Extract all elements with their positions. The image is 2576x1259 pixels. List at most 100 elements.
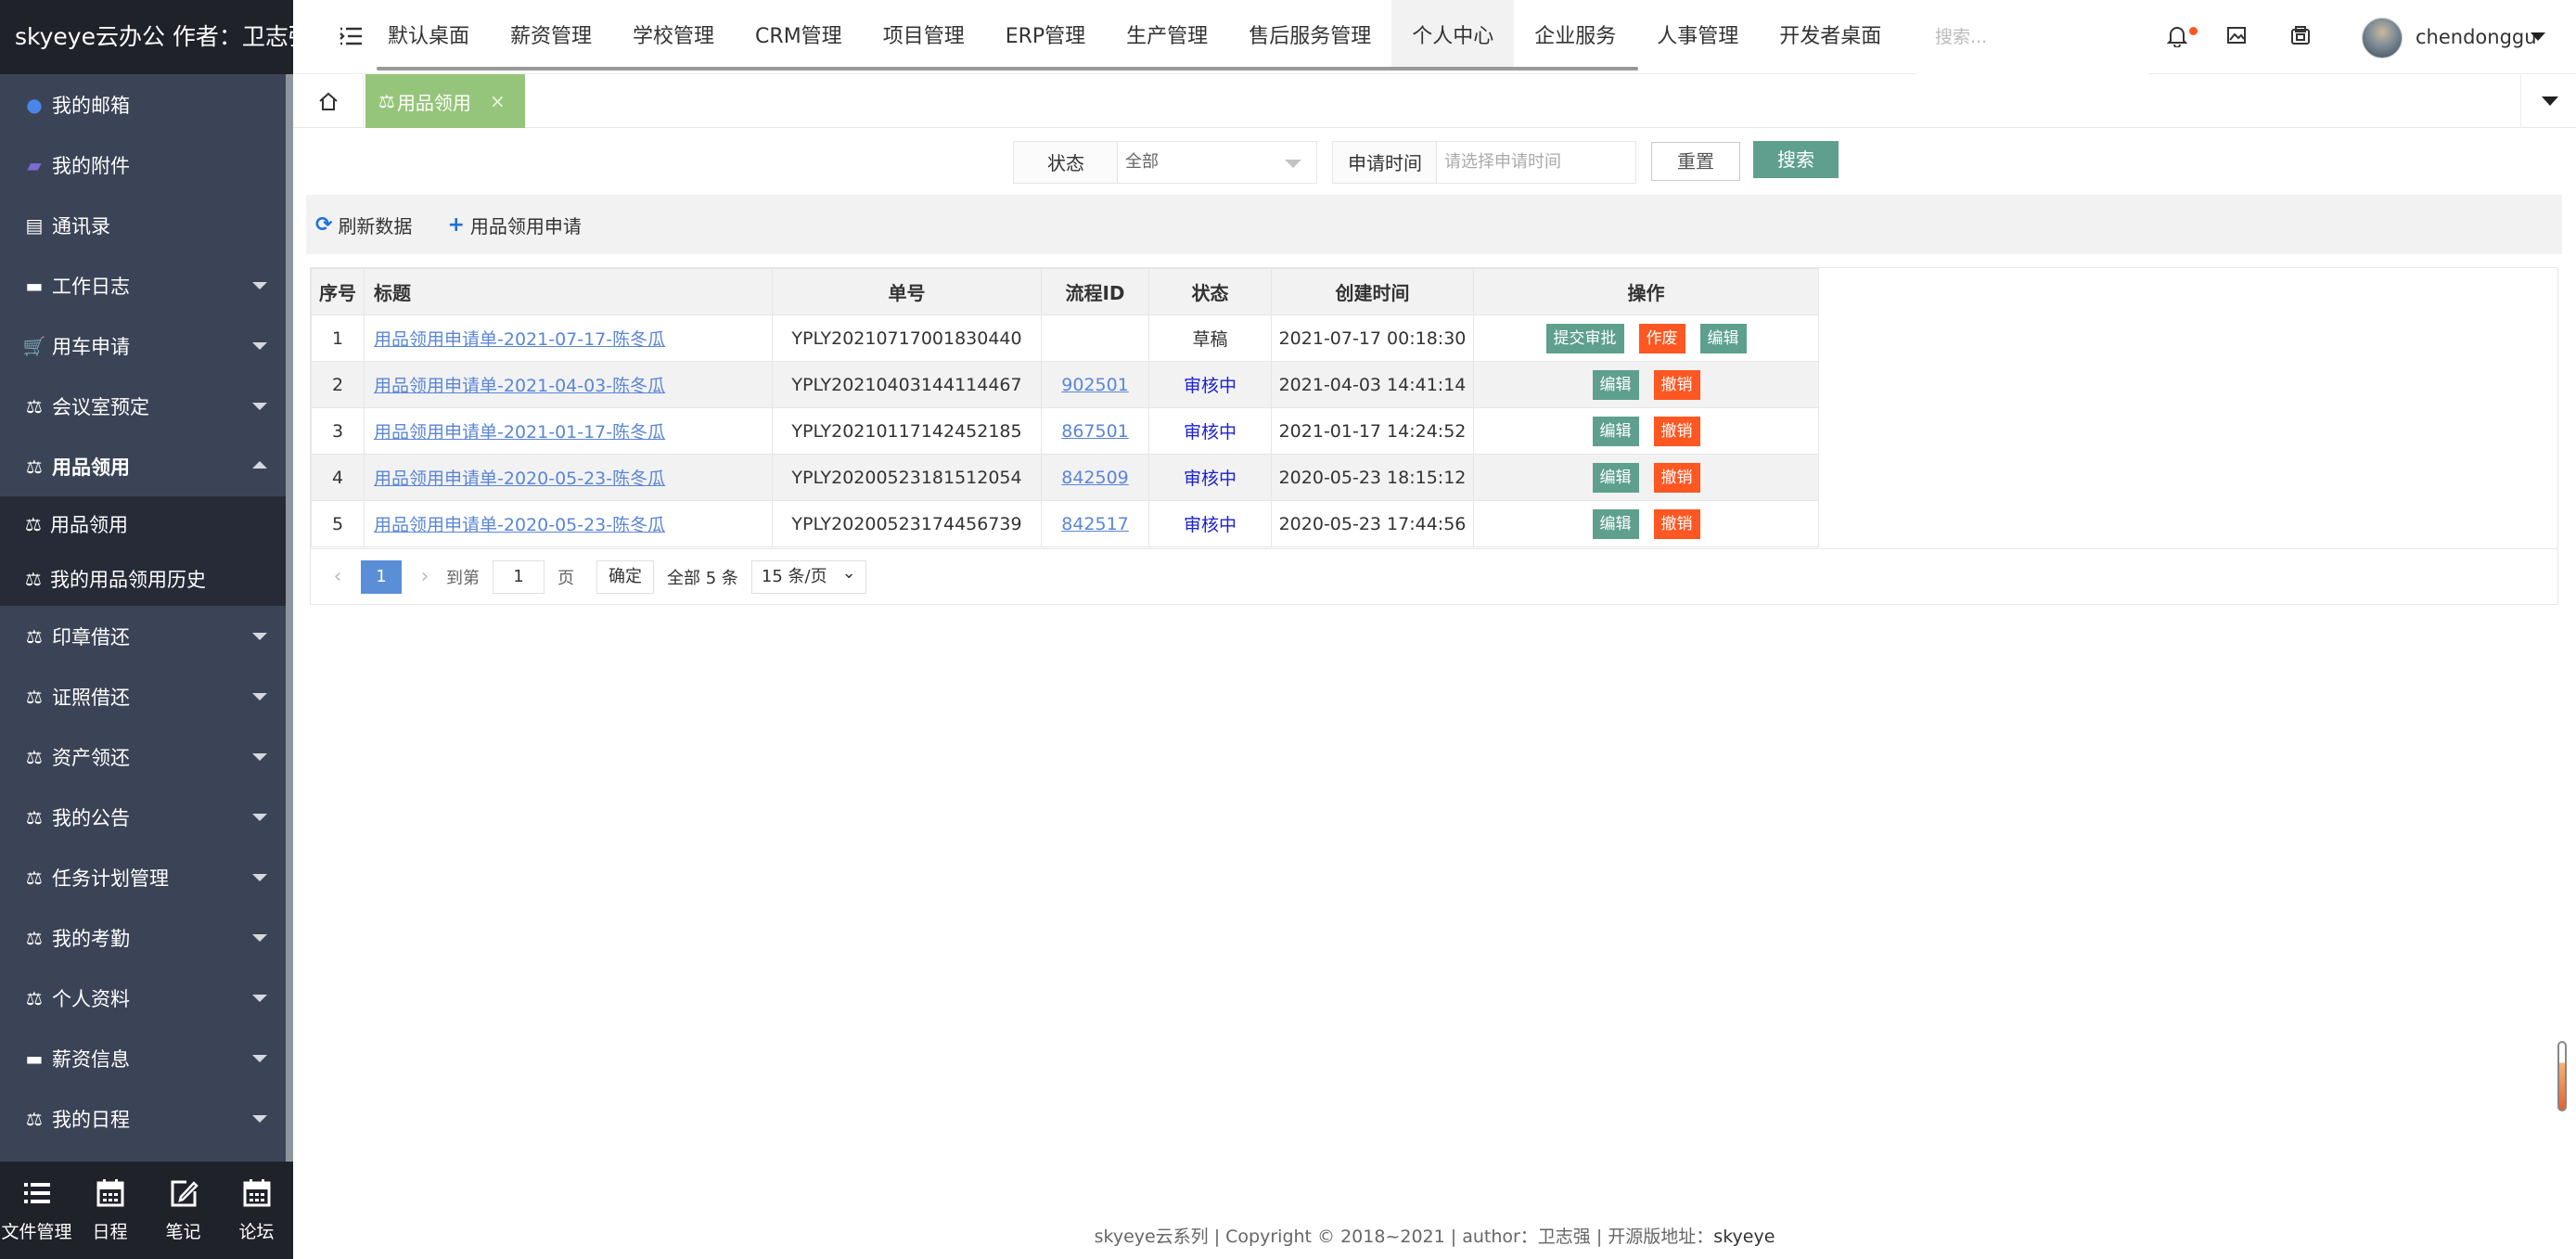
status-text-cell: 审核中 (1148, 361, 1272, 408)
created-time-cell: 2021-04-03 14:41:14 (1271, 361, 1474, 408)
module-tab[interactable]: 薪资管理 (490, 0, 612, 71)
new-requisition-button[interactable]: + 用品领用申请 (447, 212, 581, 238)
op-button[interactable]: 编辑 (1699, 323, 1747, 353)
sidebar-item-label: 通讯录 (52, 214, 110, 238)
footer-link[interactable]: skyeye (1713, 1227, 1775, 1247)
title-link[interactable]: 用品领用申请单-2021-07-17-陈冬瓜 (374, 329, 665, 350)
status-select[interactable]: 全部 (1117, 141, 1317, 184)
module-tab[interactable]: 生产管理 (1106, 0, 1228, 71)
caret-down-icon (252, 995, 267, 1002)
op-button[interactable]: 作废 (1638, 323, 1685, 353)
sidebar-item-1[interactable]: ▰ 我的附件 (0, 135, 286, 195)
sidebar-item-12[interactable]: ⚖ 我的公告 (0, 787, 286, 847)
home-tab[interactable] (293, 74, 364, 128)
title-link[interactable]: 用品领用申请单-2020-05-23-陈冬瓜 (374, 469, 665, 489)
tab-supplies-requisition[interactable]: ⚖ 用品领用 × (365, 74, 525, 128)
page-size-select[interactable]: 15 条/页 (750, 559, 866, 594)
bottom-nav-label: 论坛 (238, 1222, 275, 1242)
op-button[interactable]: 编辑 (1592, 508, 1639, 539)
box-icon[interactable] (2289, 25, 2312, 45)
bottom-nav-1[interactable]: 日程 (73, 1162, 147, 1259)
bottom-nav-0[interactable]: 文件管理 (0, 1162, 73, 1259)
user-name[interactable]: chendongguá (2416, 0, 2536, 74)
sidebar-item-10[interactable]: ⚖ 证照借还 (0, 666, 286, 726)
apply-time-input[interactable]: 请选择申请时间 (1436, 141, 1636, 184)
next-page-button[interactable]: › (411, 561, 439, 593)
module-tab[interactable]: 开发者桌面 (1759, 0, 1902, 71)
module-tab[interactable]: 个人中心 (1391, 0, 1515, 71)
page-scroll-indicator[interactable] (2557, 1041, 2567, 1111)
prev-page-button[interactable]: ‹ (324, 561, 352, 593)
module-tab[interactable]: 项目管理 (863, 0, 985, 71)
picture-icon[interactable] (2226, 25, 2247, 45)
operations-cell: 编辑 撤销 (1473, 454, 1819, 501)
goto-page-input[interactable]: 1 (493, 559, 545, 594)
module-tabs-scrollbar[interactable] (377, 67, 1638, 71)
sidebar-item-8[interactable]: ⚖ 我的用品领用历史 (0, 551, 286, 606)
balance-icon: ⚖ (26, 394, 43, 418)
op-button[interactable]: 撤销 (1653, 369, 1700, 400)
module-tab[interactable]: ERP管理 (985, 0, 1106, 71)
goto-confirm-button[interactable]: 确定 (596, 559, 654, 594)
op-button[interactable]: 撤销 (1653, 462, 1700, 493)
op-button[interactable]: 撤销 (1653, 508, 1700, 539)
user-menu-caret-icon[interactable] (2531, 32, 2545, 41)
sidebar-item-3[interactable]: ▬ 工作日志 (0, 255, 286, 315)
module-tab[interactable]: 学校管理 (612, 0, 735, 71)
reset-button[interactable]: 重置 (1651, 142, 1740, 181)
sidebar-item-label: 用品领用 (52, 456, 130, 479)
flow-id-link[interactable]: 842509 (1061, 468, 1129, 488)
search-button[interactable]: 搜索 (1753, 141, 1839, 178)
op-button[interactable]: 编辑 (1592, 416, 1639, 446)
table-row: 4 用品领用申请单-2020-05-23-陈冬瓜 YPLY2020052318151… (311, 454, 1819, 501)
op-button[interactable]: 提交审批 (1545, 323, 1624, 353)
flow-id-link[interactable]: 842517 (1061, 514, 1129, 534)
goto-label: 到第 (446, 568, 480, 588)
caret-down-icon (252, 693, 267, 700)
module-tab[interactable]: 默认桌面 (367, 0, 490, 71)
bell-icon[interactable] (2167, 25, 2187, 47)
sidebar-item-label: 会议室预定 (52, 395, 149, 418)
flow-id-link[interactable]: 902501 (1061, 375, 1129, 395)
sidebar-item-13[interactable]: ⚖ 任务计划管理 (0, 847, 286, 907)
sidebar-item-18[interactable]: ⚖我的文件柜 (0, 1149, 286, 1162)
page-number-current[interactable]: 1 (361, 559, 402, 594)
sidebar-item-16[interactable]: ▬ 薪资信息 (0, 1028, 286, 1088)
status-text: 审核中 (1183, 469, 1237, 489)
status-text: 审核中 (1183, 515, 1237, 535)
op-button[interactable]: 撤销 (1653, 416, 1700, 446)
sidebar-item-4[interactable]: 🛒 用车申请 (0, 315, 286, 376)
menu-toggle-icon[interactable] (340, 26, 364, 46)
title-link[interactable]: 用品领用申请单-2020-05-23-陈冬瓜 (374, 515, 665, 535)
avatar[interactable] (2362, 18, 2403, 58)
apply-time-label: 申请时间 (1332, 141, 1438, 184)
sidebar-scrollbar[interactable] (286, 74, 293, 1169)
sidebar-item-6[interactable]: ⚖ 用品领用 (0, 436, 286, 496)
sidebar-item-9[interactable]: ⚖ 印章借还 (0, 606, 286, 666)
bottom-nav-2[interactable]: 笔记 (147, 1162, 220, 1259)
bottom-nav-3[interactable]: 论坛 (220, 1162, 293, 1259)
op-button[interactable]: 编辑 (1592, 369, 1639, 400)
sidebar-item-17[interactable]: ⚖ 我的日程 (0, 1088, 286, 1149)
sidebar-item-7[interactable]: ⚖ 用品领用 (0, 496, 286, 551)
module-tab[interactable]: CRM管理 (735, 0, 863, 71)
refresh-data-button[interactable]: ⟳ 刷新数据 (315, 212, 412, 238)
sidebar-item-14[interactable]: ⚖ 我的考勤 (0, 907, 286, 968)
sidebar-item-label: 我的公告 (52, 806, 130, 829)
search-input[interactable]: 搜索... (1916, 0, 2148, 74)
order-number-cell: YPLY20200523174456739 (772, 500, 1042, 547)
title-link[interactable]: 用品领用申请单-2021-04-03-陈冬瓜 (374, 376, 665, 396)
op-button[interactable]: 编辑 (1592, 462, 1639, 493)
flow-id-link[interactable]: 867501 (1061, 421, 1129, 442)
close-icon[interactable]: × (490, 90, 506, 112)
title-link[interactable]: 用品领用申请单-2021-01-17-陈冬瓜 (374, 422, 665, 443)
sidebar-item-0[interactable]: ● 我的邮箱 (0, 74, 286, 135)
module-tab[interactable]: 企业服务 (1514, 0, 1636, 71)
module-tab[interactable]: 人事管理 (1636, 0, 1759, 71)
sidebar-item-11[interactable]: ⚖ 资产领还 (0, 726, 286, 787)
sidebar-item-5[interactable]: ⚖ 会议室预定 (0, 376, 286, 436)
sidebar-item-15[interactable]: ⚖ 个人资料 (0, 968, 286, 1028)
tab-dropdown-button[interactable] (2520, 74, 2576, 128)
sidebar-item-2[interactable]: ▤ 通讯录 (0, 195, 286, 255)
module-tab[interactable]: 售后服务管理 (1228, 0, 1391, 71)
